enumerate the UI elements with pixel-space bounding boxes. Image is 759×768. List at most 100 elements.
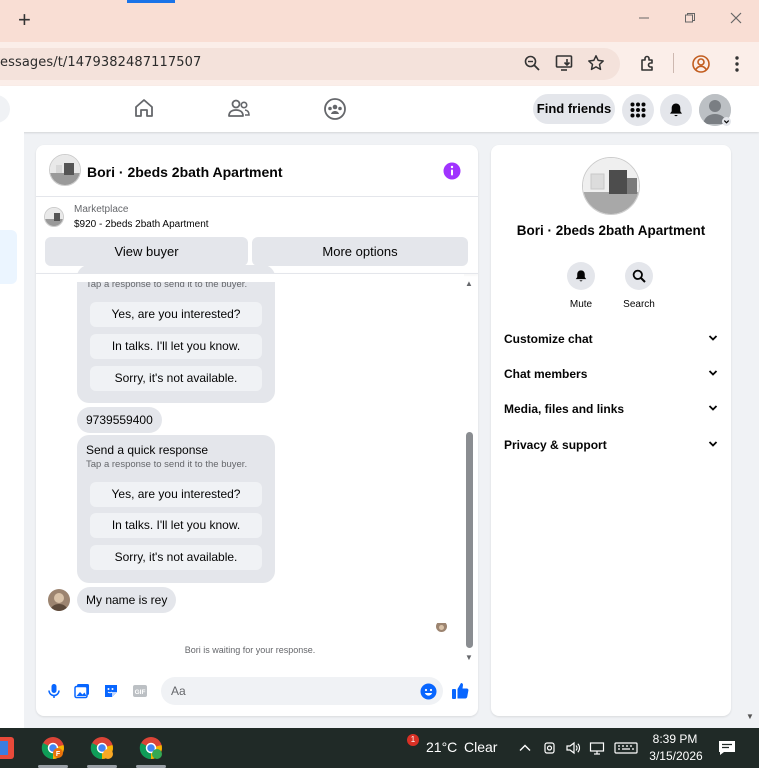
quick-response-card: Tap a response to send it to the buyer. … [77, 265, 275, 403]
chat-window: Bori · 2beds 2bath Apartment Marketplace… [36, 145, 478, 716]
url-text[interactable]: essages/t/1479382487117507 [0, 55, 201, 70]
facebook-search[interactable] [0, 95, 10, 123]
clock-time[interactable]: 8:39 PM [650, 732, 700, 746]
user-photo-icon [48, 589, 70, 611]
selected-conversation-highlight[interactable] [0, 230, 17, 284]
mute-button[interactable] [567, 262, 595, 290]
minimize-icon[interactable] [634, 10, 654, 30]
panel-title: Bori · 2beds 2bath Apartment [516, 223, 706, 238]
chat-scrollbar-thumb[interactable] [466, 432, 473, 648]
section-label: Privacy & support [504, 438, 607, 452]
bell-icon [670, 103, 682, 117]
scroll-up-arrow[interactable]: ▲ [465, 279, 473, 288]
chevron-down-icon [708, 370, 718, 376]
chevron-down-icon [708, 441, 718, 447]
search-icon [632, 269, 646, 283]
section-label: Media, files and links [504, 402, 625, 416]
search-label: Search [623, 299, 655, 310]
more-options-button[interactable]: More options [252, 237, 468, 266]
bookmark-star-icon[interactable] [587, 54, 607, 74]
scroll-mask [36, 274, 464, 282]
chat-header: Bori · 2beds 2bath Apartment [36, 145, 478, 197]
microphone-icon[interactable] [46, 683, 62, 699]
find-friends-button[interactable]: Find friends [533, 94, 615, 124]
taskbar: F 1 21°C Clear 8:39 PM 3/15/2026 [0, 728, 759, 768]
chrome-profile-f-icon[interactable]: F [41, 736, 65, 760]
quick-reply-in-talks[interactable]: In talks. I'll let you know. [90, 334, 262, 359]
restore-icon[interactable] [680, 10, 700, 30]
chrome-profile-icon[interactable] [90, 736, 114, 760]
search-button[interactable] [625, 262, 653, 290]
new-tab-button[interactable]: + [18, 8, 38, 32]
marketplace-label: Marketplace [74, 204, 129, 215]
listing-price-title: $920 - 2beds 2bath Apartment [74, 219, 209, 230]
view-buyer-button[interactable]: View buyer [45, 237, 248, 266]
search-action[interactable]: Search [615, 262, 663, 310]
quick-reply-not-available[interactable]: Sorry, it's not available. [90, 366, 262, 391]
browser-menu-icon[interactable] [727, 54, 747, 74]
sticker-icon[interactable] [103, 683, 119, 699]
quick-reply-in-talks[interactable]: In talks. I'll let you know. [90, 513, 262, 538]
speaker-icon[interactable] [565, 740, 581, 756]
section-label: Chat members [504, 367, 588, 381]
groups-icon[interactable] [323, 97, 347, 121]
emoji-icon[interactable] [420, 683, 437, 700]
home-icon[interactable] [133, 97, 157, 121]
notifications-button[interactable] [660, 94, 692, 126]
section-customize-chat[interactable]: Customize chat [504, 329, 719, 349]
info-icon[interactable] [443, 162, 461, 180]
marketplace-listing-bar[interactable]: Marketplace $920 - 2beds 2bath Apartment [36, 198, 478, 236]
zoom-icon[interactable] [523, 54, 543, 74]
page-scroll-down-arrow[interactable]: ▼ [746, 712, 754, 721]
quick-reply-not-available[interactable]: Sorry, it's not available. [90, 545, 262, 570]
section-chat-members[interactable]: Chat members [504, 364, 719, 384]
keyboard-icon[interactable] [614, 740, 638, 756]
weather-temperature[interactable]: 21°C [426, 739, 457, 755]
listing-thumbnail [44, 207, 64, 227]
profile-icon[interactable] [691, 54, 711, 74]
toolbar-separator [673, 53, 674, 73]
mute-label: Mute [569, 299, 593, 310]
listing-avatar[interactable] [49, 154, 81, 186]
chrome-profile-green-icon[interactable] [139, 736, 163, 760]
extensions-icon[interactable] [638, 54, 658, 74]
app-grid-icon [630, 102, 646, 118]
section-media-files-links[interactable]: Media, files and links [504, 399, 719, 419]
close-window-icon[interactable] [726, 10, 746, 30]
notification-center-icon[interactable] [718, 740, 736, 756]
chevron-up-icon[interactable] [517, 740, 533, 756]
photo-icon[interactable] [74, 683, 90, 699]
sender-avatar[interactable] [48, 589, 70, 611]
section-label: Customize chat [504, 332, 593, 346]
thumbs-up-icon[interactable] [451, 681, 470, 700]
menu-button[interactable] [622, 94, 654, 126]
clock-date[interactable]: 3/15/2026 [645, 749, 707, 763]
weather-description[interactable]: Clear [464, 739, 497, 755]
conversation-info-panel: Bori · 2beds 2bath Apartment Mute Search… [491, 145, 731, 716]
address-bar[interactable]: essages/t/1479382487117507 [0, 48, 620, 80]
svg-text:F: F [56, 751, 61, 758]
quick-response-card: Send a quick response Tap a response to … [77, 435, 275, 583]
facebook-header: Find friends [0, 86, 759, 132]
quick-reply-interested[interactable]: Yes, are you interested? [90, 302, 262, 327]
camera-icon[interactable] [542, 740, 558, 756]
friends-icon[interactable] [227, 97, 251, 121]
account-chevron-down-icon[interactable] [722, 117, 731, 126]
message-bubble[interactable]: My name is rey [77, 587, 177, 613]
weather-widget-icon[interactable]: 1 [394, 734, 419, 761]
browser-toolbar: essages/t/1479382487117507 [0, 42, 759, 86]
install-app-icon[interactable] [555, 54, 575, 74]
mute-action[interactable]: Mute [557, 262, 605, 310]
weather-badge: 1 [407, 734, 419, 746]
active-tab-indicator [127, 0, 175, 3]
listing-profile-photo[interactable] [582, 157, 640, 215]
quick-reply-interested[interactable]: Yes, are you interested? [90, 482, 262, 507]
message-bubble[interactable]: 9739559400 [77, 407, 162, 433]
scroll-down-arrow[interactable]: ▼ [465, 653, 473, 662]
section-privacy-support[interactable]: Privacy & support [504, 435, 719, 455]
chat-title[interactable]: Bori · 2beds 2bath Apartment [87, 164, 283, 180]
network-icon[interactable] [589, 740, 605, 756]
message-input[interactable]: Aa [161, 677, 443, 705]
gif-icon[interactable]: GIF [132, 683, 148, 699]
pinned-app-icon[interactable] [0, 737, 14, 759]
